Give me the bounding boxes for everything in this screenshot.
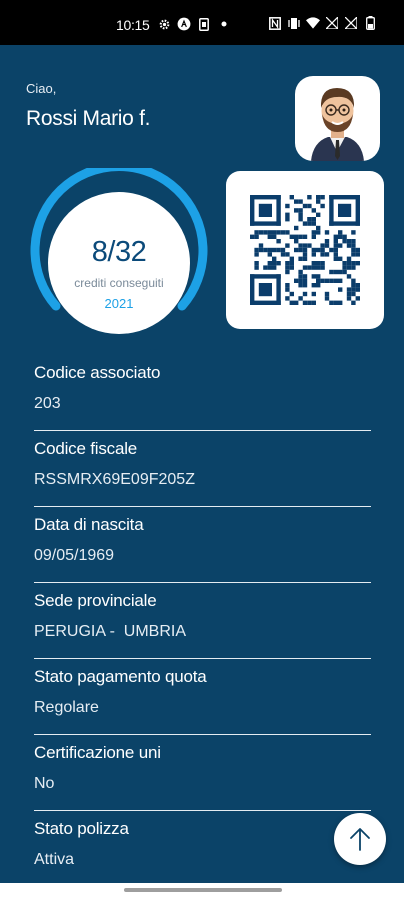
info-value: RSSMRX69E09F205Z: [34, 471, 195, 488]
signal-icon-2: [344, 16, 358, 30]
info-label: Codice associato: [34, 363, 161, 382]
vibrate-icon: [287, 16, 301, 30]
info-row-data-di-nascita: Data di nascita 09/05/1969: [34, 507, 371, 583]
credits-circle: 8/32 crediti conseguiti 2021: [48, 192, 190, 334]
avatar[interactable]: [295, 76, 380, 161]
user-name: Rossi Mario f.: [26, 107, 151, 130]
info-row-sede-provinciale: Sede provinciale PERUGIA - UMBRIA: [34, 583, 371, 659]
qr-card[interactable]: [226, 171, 384, 329]
status-time: 10:15: [116, 17, 150, 33]
dot-icon: [217, 17, 231, 31]
credits-year: 2021: [104, 296, 134, 311]
credits-count: 8/32: [91, 236, 147, 268]
info-value: Regolare: [34, 699, 99, 716]
info-value: 203: [34, 395, 61, 412]
home-gesture-handle[interactable]: [124, 888, 282, 892]
info-value: 09/05/1969: [34, 547, 115, 564]
info-row-codice-fiscale: Codice fiscale RSSMRX69E09F205Z: [34, 431, 371, 507]
info-value: Attiva: [34, 851, 75, 868]
wifi-icon: [306, 16, 320, 30]
navigation-bar: [0, 883, 404, 900]
info-value: PERUGIA - UMBRIA: [34, 623, 187, 640]
info-label: Stato polizza: [34, 819, 129, 838]
accessibility-icon: [177, 17, 191, 31]
greeting: Ciao,: [26, 81, 57, 96]
scroll-to-top-button[interactable]: [334, 813, 386, 865]
settings-icon: [157, 17, 171, 31]
status-bar: 10:15: [0, 0, 404, 45]
info-row-certificazione-uni: Certificazione uni No: [34, 735, 371, 811]
qr-code-icon: [250, 195, 360, 305]
member-info-list: Codice associato 203 Codice fiscale RSSM…: [34, 355, 371, 887]
info-label: Stato pagamento quota: [34, 667, 207, 686]
arrow-up-icon: [350, 828, 370, 851]
avatar-illustration: [311, 88, 364, 161]
info-row-stato-polizza: Stato polizza Attiva: [34, 811, 371, 887]
sim-icon: [197, 17, 211, 31]
info-label: Codice fiscale: [34, 439, 138, 458]
signal-icon: [325, 16, 339, 30]
info-label: Certificazione uni: [34, 743, 161, 762]
credits-widget: 8/32 crediti conseguiti 2021: [26, 168, 212, 334]
credits-label: crediti conseguiti: [74, 276, 164, 290]
info-value: No: [34, 775, 55, 792]
info-row-stato-pagamento-quota: Stato pagamento quota Regolare: [34, 659, 371, 735]
battery-icon: [363, 16, 377, 30]
info-label: Sede provinciale: [34, 591, 157, 610]
nfc-icon: [268, 16, 282, 30]
info-row-codice-associato: Codice associato 203: [34, 355, 371, 431]
info-label: Data di nascita: [34, 515, 144, 534]
